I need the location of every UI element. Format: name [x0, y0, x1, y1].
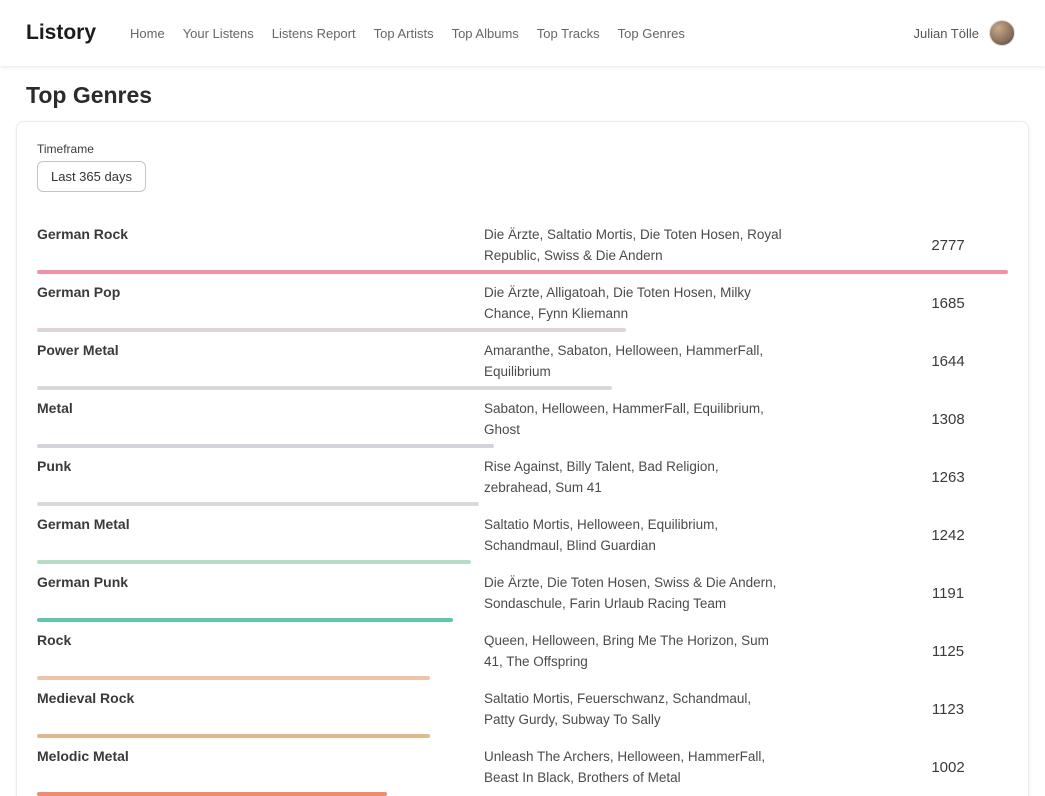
- genre-name: Power Metal: [37, 340, 484, 358]
- genre-count: 1002: [888, 759, 1008, 776]
- genre-row: German Rock Die Ärzte, Saltatio Mortis, …: [37, 218, 1008, 276]
- genre-row: Melodic Metal Unleash The Archers, Hello…: [37, 740, 1008, 796]
- genre-name: Melodic Metal: [37, 746, 484, 764]
- genre-name: German Punk: [37, 572, 484, 590]
- genre-row: Power Metal Amaranthe, Sabaton, Hellowee…: [37, 334, 1008, 392]
- genre-bar: [37, 734, 430, 738]
- genre-bar: [37, 386, 612, 390]
- genre-name: German Pop: [37, 282, 484, 300]
- genre-count: 1123: [888, 701, 1008, 718]
- genre-bar: [37, 792, 387, 796]
- genre-count: 1125: [888, 643, 1008, 660]
- genre-row: Metal Sabaton, Helloween, HammerFall, Eq…: [37, 392, 1008, 450]
- nav-item-your-listens[interactable]: Your Listens: [183, 26, 254, 41]
- top-nav: Listory Home Your Listens Listens Report…: [0, 0, 1045, 66]
- genre-artists: Queen, Helloween, Bring Me The Horizon, …: [484, 630, 784, 672]
- genre-bar: [37, 444, 494, 448]
- brand-logo[interactable]: Listory: [26, 21, 96, 45]
- genre-bar: [37, 270, 1008, 274]
- user-name: Julian Tölle: [913, 26, 979, 41]
- genre-artists: Saltatio Mortis, Helloween, Equilibrium,…: [484, 514, 784, 556]
- genre-row: German Pop Die Ärzte, Alligatoah, Die To…: [37, 276, 1008, 334]
- genre-name: Rock: [37, 630, 484, 648]
- user-menu[interactable]: Julian Tölle: [913, 20, 1015, 46]
- genre-count: 1685: [888, 295, 1008, 312]
- genre-bar: [37, 328, 626, 332]
- genre-row: Punk Rise Against, Billy Talent, Bad Rel…: [37, 450, 1008, 508]
- genre-artists: Rise Against, Billy Talent, Bad Religion…: [484, 456, 784, 498]
- genre-artists: Die Ärzte, Die Toten Hosen, Swiss & Die …: [484, 572, 784, 614]
- timeframe-label: Timeframe: [37, 142, 1008, 156]
- genre-name: Punk: [37, 456, 484, 474]
- nav-item-home[interactable]: Home: [130, 26, 165, 41]
- genre-count: 1191: [888, 585, 1008, 602]
- genre-count: 1644: [888, 353, 1008, 370]
- genre-artists: Unleash The Archers, Helloween, HammerFa…: [484, 746, 784, 788]
- genre-name: Medieval Rock: [37, 688, 484, 706]
- timeframe-select[interactable]: Last 365 days: [37, 161, 146, 192]
- genre-count: 1308: [888, 411, 1008, 428]
- genre-count: 2777: [888, 237, 1008, 254]
- genre-count: 1242: [888, 527, 1008, 544]
- genre-artists: Die Ärzte, Saltatio Mortis, Die Toten Ho…: [484, 224, 784, 266]
- genre-artists: Sabaton, Helloween, HammerFall, Equilibr…: [484, 398, 784, 440]
- genre-bar: [37, 560, 471, 564]
- genre-artists: Die Ärzte, Alligatoah, Die Toten Hosen, …: [484, 282, 784, 324]
- genre-row: Medieval Rock Saltatio Mortis, Feuerschw…: [37, 682, 1008, 740]
- nav-item-top-genres[interactable]: Top Genres: [618, 26, 685, 41]
- nav-item-top-tracks[interactable]: Top Tracks: [537, 26, 600, 41]
- nav-item-listens-report[interactable]: Listens Report: [272, 26, 356, 41]
- genre-artists: Saltatio Mortis, Feuerschwanz, Schandmau…: [484, 688, 784, 730]
- main-nav: Home Your Listens Listens Report Top Art…: [130, 26, 913, 41]
- genre-count: 1263: [888, 469, 1008, 486]
- genre-row: German Punk Die Ärzte, Die Toten Hosen, …: [37, 566, 1008, 624]
- genre-row: Rock Queen, Helloween, Bring Me The Hori…: [37, 624, 1008, 682]
- avatar[interactable]: [989, 20, 1015, 46]
- genre-name: German Rock: [37, 224, 484, 242]
- genre-bar: [37, 502, 479, 506]
- nav-item-top-artists[interactable]: Top Artists: [374, 26, 434, 41]
- genre-artists: Amaranthe, Sabaton, Helloween, HammerFal…: [484, 340, 784, 382]
- nav-item-top-albums[interactable]: Top Albums: [452, 26, 519, 41]
- genre-list: German Rock Die Ärzte, Saltatio Mortis, …: [37, 218, 1008, 796]
- genre-bar: [37, 618, 453, 622]
- top-genres-card: Timeframe Last 365 days German Rock Die …: [16, 121, 1029, 796]
- page-title: Top Genres: [26, 82, 1045, 109]
- genre-name: Metal: [37, 398, 484, 416]
- genre-bar: [37, 676, 430, 680]
- genre-name: German Metal: [37, 514, 484, 532]
- genre-row: German Metal Saltatio Mortis, Helloween,…: [37, 508, 1008, 566]
